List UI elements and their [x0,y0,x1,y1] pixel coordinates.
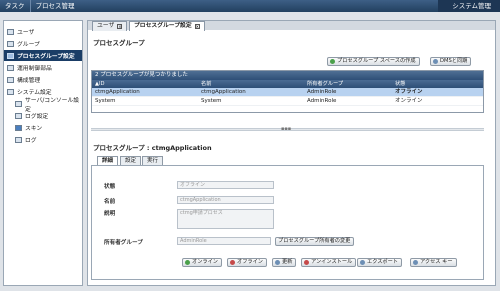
sidebar-item-log-settings[interactable]: ログ設定 [4,110,82,121]
component-icon [7,64,14,71]
table-row[interactable]: System System AdminRole オンライン [92,97,483,106]
table-header: ▲ID 名前 所有者グループ 状態 [92,80,483,88]
export-button[interactable]: エクスポート [357,258,402,267]
owner-group-field: AdminRole [177,237,271,245]
column-header-id[interactable]: ▲ID [95,80,105,88]
group-icon [7,40,14,47]
tab-execution[interactable]: 実行 [142,156,164,165]
page-title: プロセスグループ [93,39,145,47]
sync-icon [433,59,438,64]
sidebar-item-configuration[interactable]: 構成管理 [4,74,82,85]
description-label: 説明 [104,211,116,217]
menu-task[interactable]: タスク [0,0,30,12]
tab-users[interactable]: ユーザ × [92,21,128,31]
create-space-button[interactable]: プロセスグループ スペースの作成 [327,57,420,66]
name-label: 名前 [104,199,116,205]
top-bar: タスク プロセス管理 システム管理 [0,0,500,12]
sidebar-item-groups[interactable]: グループ [4,38,82,49]
sidebar-item-process-group-settings[interactable]: プロセスグループ設定 [4,50,82,61]
status-field: オフライン [177,181,274,189]
splitter-grip-icon: ▪▪▪ [281,126,292,132]
owner-group-label: 所有者グループ [104,240,143,246]
pane-splitter[interactable]: ▪▪▪ [91,126,484,132]
sidebar-item-server-console[interactable]: サーバ/コンソール設定 [4,98,82,113]
gear-icon [7,88,14,95]
name-field: ctmgApplication [177,196,274,204]
user-icon [7,28,14,35]
key-icon [413,260,418,265]
server-icon [15,100,22,107]
table-row[interactable]: ctmgApplication ctmgApplication AdminRol… [92,88,483,97]
online-icon [185,260,190,265]
result-count: 2 プロセスグループが見つかりました [92,71,483,80]
log-icon [15,136,22,143]
export-icon [360,260,365,265]
uninstall-button[interactable]: アンインストール [301,258,357,267]
sidebar-item-operation-control[interactable]: 運用制御部品 [4,62,82,73]
close-icon[interactable]: × [194,24,200,29]
tab-details[interactable]: 詳細 [97,156,119,165]
sidebar-item-skin[interactable]: スキン [4,122,82,133]
tab-settings[interactable]: 設定 [120,156,142,165]
config-icon [7,76,14,83]
offline-icon [230,260,235,265]
create-icon [330,59,335,64]
menu-system-management[interactable]: システム管理 [438,0,500,12]
dms-sync-button[interactable]: DMSと同期 [430,57,472,66]
column-header-name[interactable]: 名前 [201,80,211,88]
menu-process-management[interactable]: プロセス管理 [29,0,80,12]
sidebar: ユーザ グループ プロセスグループ設定 運用制御部品 構成管理 システム設定 サ… [3,20,83,286]
uninstall-icon [304,260,309,265]
refresh-icon [275,260,280,265]
description-field: ctmg申請プロセス [177,209,274,229]
refresh-button[interactable]: 更新 [272,258,297,267]
process-group-table: 2 プロセスグループが見つかりました ▲ID 名前 所有者グループ 状態 ctm… [91,70,484,113]
column-header-status[interactable]: 状態 [395,80,405,88]
close-icon[interactable]: × [117,24,123,29]
change-owner-button[interactable]: プロセスグループ所有者の変更 [275,237,355,246]
tab-process-group-settings[interactable]: プロセスグループ設定 × [129,21,205,31]
column-header-owner[interactable]: 所有者グループ [307,80,343,88]
sidebar-item-log[interactable]: ログ [4,134,82,145]
sidebar-item-users[interactable]: ユーザ [4,26,82,37]
process-group-icon [7,52,14,59]
tab-bar: ユーザ × プロセスグループ設定 × [87,20,496,31]
online-button[interactable]: オンライン [182,258,222,267]
access-key-button[interactable]: アクセス キー [410,258,457,267]
status-label: 状態 [104,184,116,190]
offline-button[interactable]: オフライン [227,258,267,267]
detail-title: プロセスグループ : ctmgApplication [93,144,212,152]
log-settings-icon [15,112,22,119]
skin-icon [15,124,22,131]
